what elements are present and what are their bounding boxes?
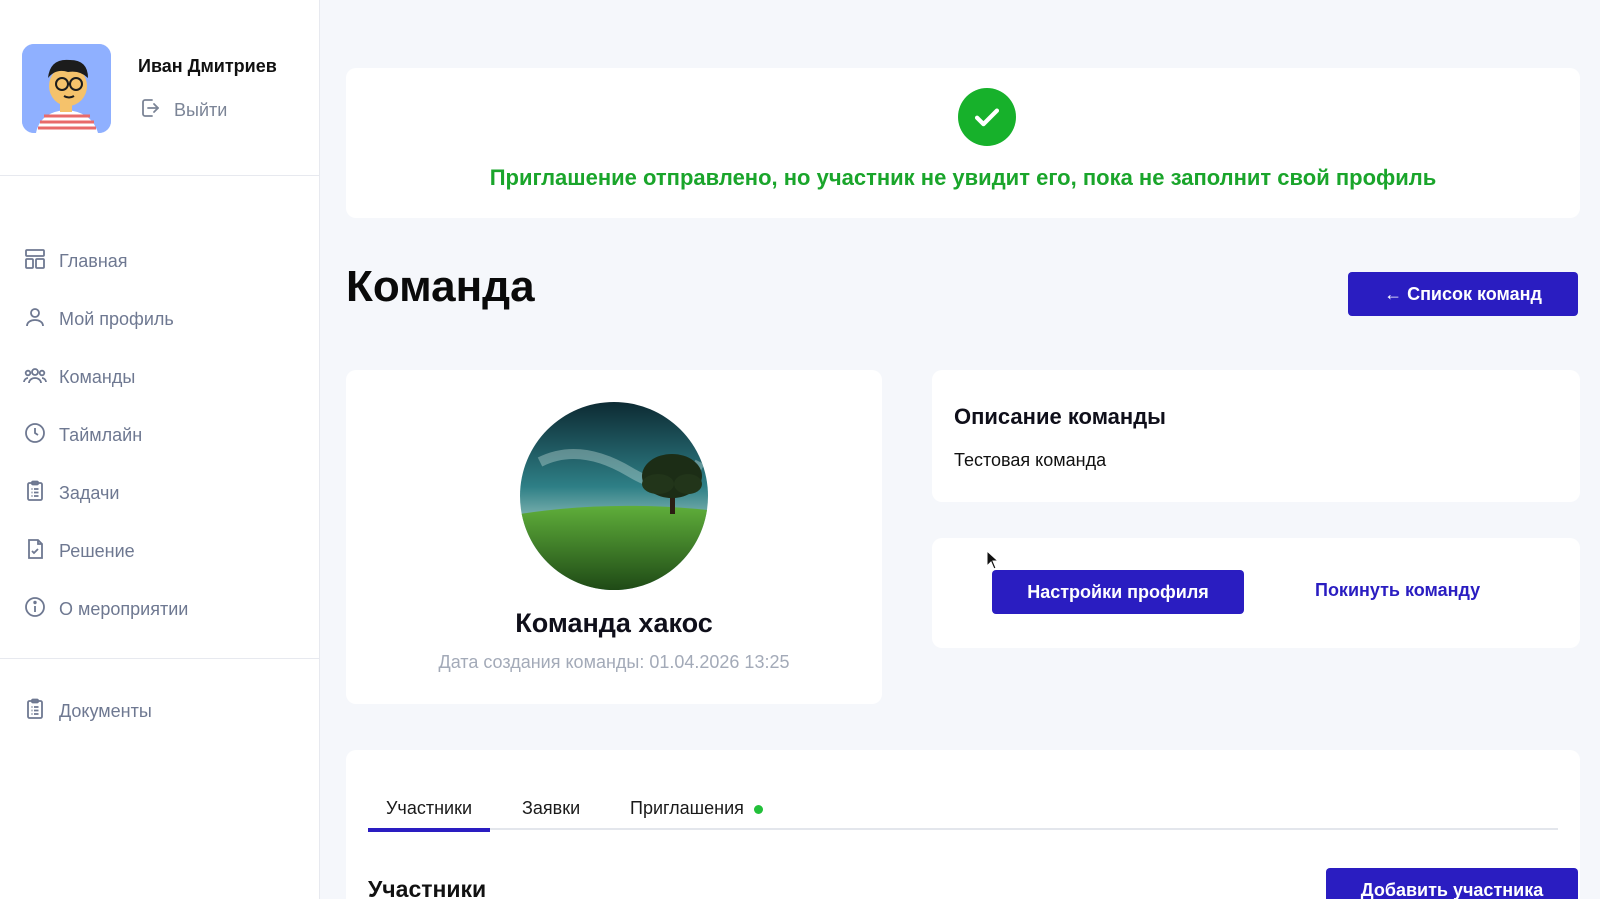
team-avatar-image <box>520 402 708 590</box>
sidebar-nav: Главная Мой профиль Команды Таймлайн Зад… <box>0 232 320 638</box>
sidebar-item-about[interactable]: О мероприятии <box>0 580 320 638</box>
user-name: Иван Дмитриев <box>138 56 277 76</box>
clipboard-icon <box>23 697 47 726</box>
info-icon <box>23 595 47 624</box>
mouse-cursor-icon <box>986 550 1000 570</box>
tab-label: Заявки <box>522 798 581 818</box>
sidebar: Иван Дмитриев Выйти Главная Мой профиль … <box>0 0 320 899</box>
description-title: Описание команды <box>954 404 1166 429</box>
tab-label: Приглашения <box>630 798 744 818</box>
tab-invitations[interactable]: Приглашения <box>630 798 763 830</box>
sidebar-item-home[interactable]: Главная <box>0 232 320 290</box>
sidebar-item-teams[interactable]: Команды <box>0 348 320 406</box>
tab-label: Участники <box>386 798 472 818</box>
avatar[interactable] <box>22 44 111 133</box>
sidebar-item-label: Мой профиль <box>59 308 174 329</box>
team-description-card: Описание команды Тестовая команда <box>932 370 1580 502</box>
sidebar-divider <box>0 658 320 659</box>
sidebar-item-documents[interactable]: Документы <box>0 682 320 740</box>
members-section: Участники Заявки Приглашения Участники Д… <box>346 750 1580 899</box>
users-icon <box>23 363 47 392</box>
file-check-icon <box>23 537 47 566</box>
success-notice: Приглашение отправлено, но участник не у… <box>346 68 1580 218</box>
logout-icon <box>138 96 162 125</box>
sidebar-nav-secondary: Документы <box>0 682 320 740</box>
team-creation-date: Дата создания команды: 01.04.2026 13:25 <box>438 652 790 672</box>
description-text: Тестовая команда <box>954 450 1107 470</box>
sidebar-item-label: Команды <box>59 366 136 387</box>
user-icon <box>23 305 47 334</box>
sidebar-item-solution[interactable]: Решение <box>0 522 320 580</box>
sidebar-item-label: Главная <box>59 250 128 271</box>
sidebar-item-label: Таймлайн <box>59 424 143 445</box>
sidebar-item-tasks[interactable]: Задачи <box>0 464 320 522</box>
sidebar-item-label: Задачи <box>59 482 120 503</box>
tab-members[interactable]: Участники <box>368 798 490 832</box>
sidebar-item-label: О мероприятии <box>59 598 189 619</box>
members-title: Участники <box>368 876 487 899</box>
tabs-bar: Участники Заявки Приглашения <box>368 798 1558 832</box>
team-actions-card: Настройки профиля Покинуть команду <box>932 538 1580 648</box>
sidebar-item-label: Документы <box>59 700 152 721</box>
team-info-card: Команда хакос Дата создания команды: 01.… <box>346 370 882 704</box>
add-member-button[interactable]: Добавить участника <box>1326 868 1578 899</box>
sidebar-item-timeline[interactable]: Таймлайн <box>0 406 320 464</box>
logout-label: Выйти <box>174 100 228 120</box>
check-circle-icon <box>958 88 1016 146</box>
team-name: Команда хакос <box>515 608 713 638</box>
profile-settings-button[interactable]: Настройки профиля <box>992 570 1244 614</box>
clock-icon <box>23 421 47 450</box>
notice-message: Приглашение отправлено, но участник не у… <box>489 165 1437 190</box>
tab-requests[interactable]: Заявки <box>522 798 580 830</box>
clipboard-icon <box>23 479 47 508</box>
sidebar-item-label: Решение <box>59 540 135 561</box>
logout-button[interactable]: Выйти <box>138 96 227 125</box>
leave-team-link[interactable]: Покинуть команду <box>1315 580 1480 601</box>
notification-dot-icon <box>753 805 763 814</box>
main-content: Приглашение отправлено, но участник не у… <box>320 0 1600 899</box>
team-list-button[interactable]: ← Список команд <box>1348 272 1578 316</box>
page-title: Команда <box>346 262 535 311</box>
user-profile-block: Иван Дмитриев Выйти <box>0 0 320 176</box>
app-root: Иван Дмитриев Выйти Главная Мой профиль … <box>0 0 1600 899</box>
sidebar-item-profile[interactable]: Мой профиль <box>0 290 320 348</box>
home-layout-icon <box>23 247 47 276</box>
